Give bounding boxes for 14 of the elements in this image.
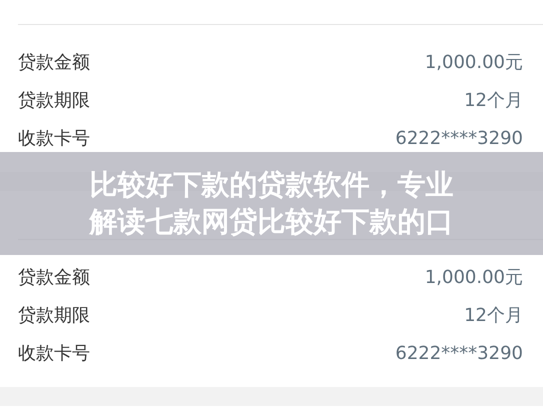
detail-label: 贷款期限: [18, 304, 90, 327]
headline-text: 解读七款网贷比较好下款的口: [90, 204, 454, 240]
detail-label: 收款卡号: [18, 127, 90, 150]
detail-value: 12个月: [464, 89, 523, 112]
detail-label: 贷款金额: [18, 266, 90, 289]
detail-label: 贷款期限: [18, 89, 90, 112]
detail-value: 6222****3290: [395, 128, 523, 148]
detail-value: 1,000.00元: [424, 266, 523, 289]
detail-label: 贷款金额: [18, 51, 90, 74]
detail-label: 收款卡号: [18, 342, 90, 365]
headline-text: 比较好下款的贷款软件，专业: [90, 167, 454, 204]
detail-value: 12个月: [464, 304, 523, 327]
detail-value: 6222****3290: [395, 342, 523, 364]
detail-value: 1,000.00元: [424, 51, 523, 74]
